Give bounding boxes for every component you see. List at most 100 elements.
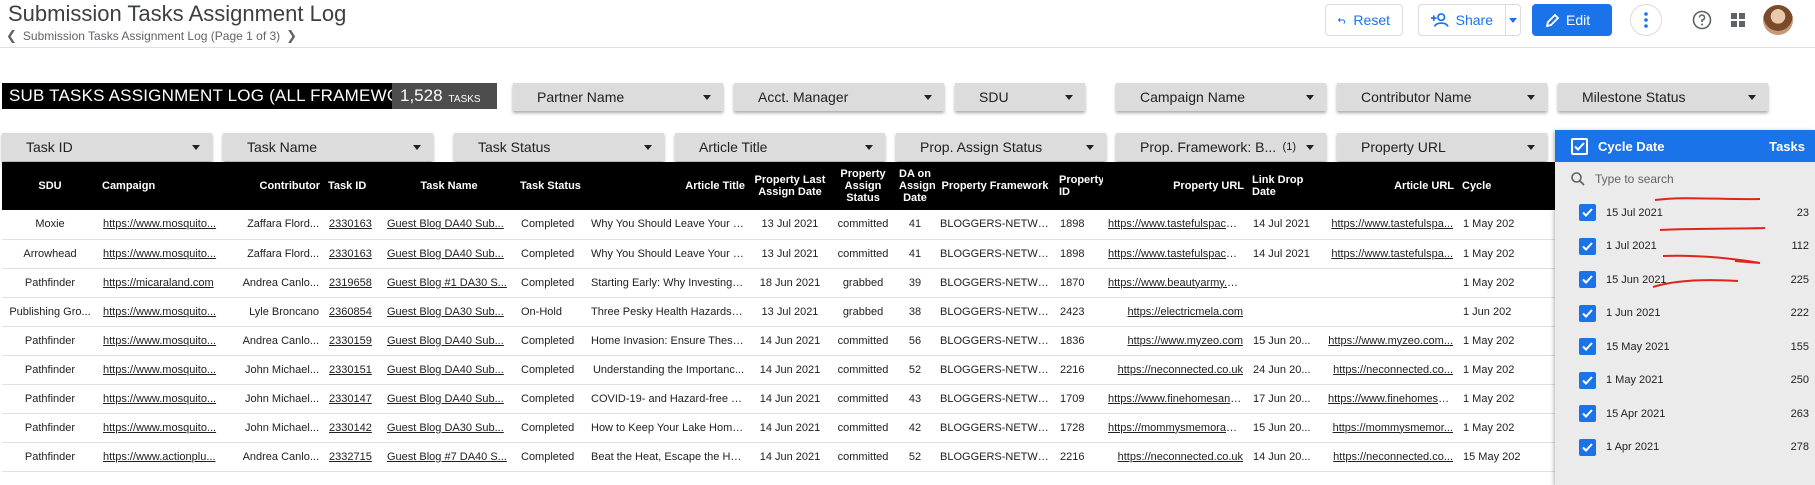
cell-link[interactable]: Guest Blog #1 DA30 S... (387, 277, 507, 289)
cell-link[interactable]: 2319658 (329, 277, 372, 289)
filter-campaign-name[interactable]: Campaign Name (1116, 83, 1326, 111)
cell-link[interactable]: 2360854 (329, 306, 372, 318)
column-header[interactable]: Campaign (98, 162, 234, 210)
cell-link[interactable]: https://www.tastefulspa... (1331, 218, 1453, 230)
cell-link[interactable]: https://www.tastefulspace.co... (1108, 218, 1248, 230)
user-avatar[interactable] (1763, 5, 1793, 35)
cell-link[interactable]: https://www.mosquito... (103, 248, 216, 260)
cell-link[interactable]: Guest Blog DA40 Sub... (387, 248, 504, 260)
dropdown-option[interactable]: 1 May 2021 250 (1555, 364, 1815, 398)
column-header[interactable]: Task Status (516, 162, 586, 210)
column-header[interactable]: SDU (2, 162, 98, 210)
column-header[interactable]: Property Last Assign Date (749, 162, 831, 210)
dropdown-option[interactable]: 15 May 2021 155 (1555, 330, 1815, 364)
cell-link[interactable]: 2330163 (329, 248, 372, 260)
filter-property-url[interactable]: Property URL (1337, 133, 1547, 161)
cell-link[interactable]: 2332715 (329, 451, 372, 463)
option-checkbox[interactable] (1579, 271, 1596, 289)
cell-link[interactable]: Guest Blog DA30 Sub... (387, 422, 504, 434)
table-row[interactable]: Arrowhead https://www.mosquito... Zaffara … (2, 239, 1563, 269)
option-checkbox[interactable] (1579, 304, 1596, 322)
cell-link[interactable]: Guest Blog DA40 Sub... (387, 335, 504, 347)
column-header[interactable]: Link Drop Date (1248, 162, 1323, 210)
cell-link[interactable]: Guest Blog #7 DA40 S... (387, 451, 507, 463)
apps-button[interactable] (1726, 8, 1750, 32)
column-header[interactable]: Property URL (1103, 162, 1248, 210)
share-dropdown-button[interactable] (1505, 4, 1521, 36)
filter-contributor-name[interactable]: Contributor Name (1337, 83, 1547, 111)
table-row[interactable]: Moxie https://www.mosquito... Zaffara Flor… (2, 210, 1563, 240)
filter-milestone-status[interactable]: Milestone Status (1558, 83, 1768, 111)
more-options-button[interactable] (1630, 4, 1662, 36)
cell-link[interactable]: https://www.myzeo.com (1127, 335, 1243, 347)
share-button[interactable]: Share (1418, 4, 1506, 36)
dropdown-option[interactable]: 1 Jul 2021 112 (1555, 230, 1815, 264)
cell-link[interactable]: https://neconnected.co.uk (1118, 451, 1243, 463)
cell-link[interactable]: https://www.mosquito... (103, 218, 216, 230)
column-header[interactable]: Property Framework (935, 162, 1055, 210)
table-row[interactable]: Pathfinder https://www.mosquito... John Mi… (2, 355, 1563, 385)
column-header[interactable]: Property ID (1055, 162, 1103, 210)
option-checkbox[interactable] (1579, 438, 1596, 456)
cell-link[interactable]: https://mommysmemorandu... (1108, 422, 1248, 434)
filter-partner-name[interactable]: Partner Name (513, 83, 723, 111)
cell-link[interactable]: https://neconnected.co... (1333, 451, 1453, 463)
cell-link[interactable]: Guest Blog DA40 Sub... (387, 364, 504, 376)
filter-prop-assign-status[interactable]: Prop. Assign Status (896, 133, 1106, 161)
cell-link[interactable]: https://neconnected.co.uk (1118, 364, 1243, 376)
column-header[interactable]: Task ID (324, 162, 382, 210)
option-checkbox[interactable] (1579, 204, 1596, 222)
dropdown-option[interactable]: 15 Jul 2021 23 (1555, 196, 1815, 230)
column-header[interactable]: Cycle (1458, 162, 1563, 210)
filter-task-status[interactable]: Task Status (454, 133, 664, 161)
cell-link[interactable]: https://www.actionplu... (103, 451, 216, 463)
chevron-right-icon[interactable]: ❯ (286, 28, 297, 44)
column-header[interactable]: Article URL (1323, 162, 1458, 210)
dropdown-search-input[interactable] (1595, 172, 1775, 186)
table-row[interactable]: Pathfinder https://www.mosquito... John Mi… (2, 413, 1563, 443)
cell-link[interactable]: Guest Blog DA40 Sub... (387, 393, 504, 405)
cell-link[interactable]: https://www.beautyarmy.com (1108, 277, 1248, 289)
cell-link[interactable]: https://www.mosquito... (103, 422, 216, 434)
option-checkbox[interactable] (1579, 237, 1596, 255)
cell-link[interactable]: https://www.mosquito... (103, 306, 216, 318)
cell-link[interactable]: https://electricmela.com (1127, 306, 1243, 318)
dropdown-option[interactable]: 1 Apr 2021 278 (1555, 431, 1815, 465)
cell-link[interactable]: Guest Blog DA30 Sub... (387, 306, 504, 318)
cell-link[interactable]: https://www.tastefulspace.co... (1108, 248, 1248, 260)
cycle-date-dropdown[interactable]: Cycle Date Tasks 15 Jul 2021 23 1 Jul 2021… (1555, 130, 1815, 485)
column-header[interactable]: Article Title (586, 162, 749, 210)
cell-link[interactable]: 2330151 (329, 364, 372, 376)
option-checkbox[interactable] (1579, 338, 1596, 356)
cell-link[interactable]: https://micaraland.com (103, 277, 214, 289)
table-row[interactable]: Pathfinder https://www.actionplu... Andrea… (2, 442, 1563, 472)
cell-link[interactable]: https://www.mosquito... (103, 364, 216, 376)
table-row[interactable]: Pathfinder https://www.mosquito... John Mi… (2, 384, 1563, 414)
filter-sdu[interactable]: SDU (955, 83, 1085, 111)
help-button[interactable] (1690, 8, 1714, 32)
cell-link[interactable]: 2330142 (329, 422, 372, 434)
cell-link[interactable]: 2330163 (329, 218, 372, 230)
column-header[interactable]: Property Assign Status (831, 162, 895, 210)
cell-link[interactable]: https://neconnected.co... (1333, 364, 1453, 376)
column-header[interactable]: Task Name (382, 162, 516, 210)
cell-link[interactable]: https://www.mosquito... (103, 393, 216, 405)
cell-link[interactable]: https://www.finehomesa... (1328, 393, 1453, 405)
cell-link[interactable]: https://www.finehomesandlivi... (1108, 393, 1248, 405)
cell-link[interactable]: https://www.mosquito... (103, 335, 216, 347)
option-checkbox[interactable] (1579, 371, 1596, 389)
filter-task-name[interactable]: Task Name (223, 133, 433, 161)
column-header[interactable]: Contributor (234, 162, 324, 210)
dropdown-option[interactable]: 15 Apr 2021 263 (1555, 397, 1815, 431)
dropdown-option[interactable]: 15 Jun 2021 225 (1555, 263, 1815, 297)
edit-button[interactable]: Edit (1532, 4, 1612, 36)
cell-link[interactable]: https://www.tastefulspa... (1331, 248, 1453, 260)
reset-button[interactable]: Reset (1325, 4, 1403, 36)
chevron-left-icon[interactable]: ❮ (6, 28, 17, 44)
cell-link[interactable]: 2330159 (329, 335, 372, 347)
select-all-checkbox[interactable] (1571, 137, 1588, 155)
cell-link[interactable]: Guest Blog DA40 Sub... (387, 218, 504, 230)
filter-acct-manager[interactable]: Acct. Manager (734, 83, 944, 111)
filter-task-id[interactable]: Task ID (2, 133, 212, 161)
column-header[interactable]: DA on Assign Date (895, 162, 935, 210)
